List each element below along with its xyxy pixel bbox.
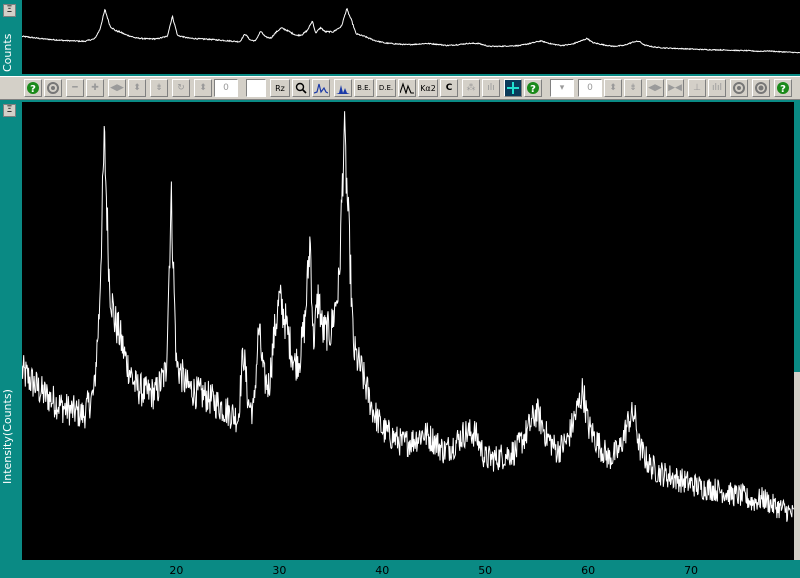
x-tick-label: 70 bbox=[684, 564, 699, 577]
x-tick-label: 30 bbox=[272, 564, 287, 577]
x-tick-label: 20 bbox=[169, 564, 184, 577]
marker-line-icon[interactable]: ⊥ bbox=[688, 79, 706, 97]
expand-horizontal-icon[interactable]: ◀▶ bbox=[108, 79, 126, 97]
minus-icon[interactable]: ━ bbox=[66, 79, 84, 97]
overview-chart bbox=[22, 7, 800, 54]
blank-field[interactable] bbox=[246, 79, 266, 97]
scrollbar-edge[interactable] bbox=[794, 372, 800, 560]
step-value-field-1[interactable]: 0 bbox=[214, 79, 238, 97]
target-icon-2[interactable] bbox=[730, 79, 748, 97]
compress-vertical-icon[interactable]: ⇟ bbox=[150, 79, 168, 97]
refresh-icon[interactable]: ↻ bbox=[172, 79, 190, 97]
plus-icon[interactable]: ✚ bbox=[86, 79, 104, 97]
svg-text:?: ? bbox=[530, 84, 536, 95]
help-icon[interactable]: ? bbox=[24, 79, 42, 97]
overview-collapse-button[interactable]: Ξ bbox=[3, 4, 16, 17]
dropdown-field[interactable]: ▾ bbox=[550, 79, 574, 97]
background-edit-label: B.E. bbox=[357, 84, 371, 92]
ka2-strip-icon[interactable]: Kα2 bbox=[418, 79, 438, 97]
double-peak-icon[interactable] bbox=[398, 79, 416, 97]
step-arrows-icon-2[interactable]: ⬍ bbox=[604, 79, 622, 97]
toolbar: ? ━ ✚ ◀▶ ⬍ ⇟ ↻ ⬍ 0 Rz B.E. D.E. Kα2 C ⁂ … bbox=[0, 76, 800, 100]
zoom-select-label: Rz bbox=[275, 83, 285, 93]
x-axis: 20 30 40 50 60 70 bbox=[22, 560, 800, 578]
step-arrows-icon[interactable]: ⬍ bbox=[194, 79, 212, 97]
zoom-select-icon[interactable]: Rz bbox=[270, 79, 290, 97]
overview-plot[interactable] bbox=[22, 0, 800, 74]
main-collapse-button[interactable]: Ξ bbox=[3, 104, 16, 117]
diffraction-pattern-line-overview bbox=[22, 7, 800, 54]
main-plot[interactable] bbox=[22, 102, 794, 560]
help-icon-2[interactable]: ? bbox=[524, 79, 542, 97]
compress-vertical-icon-2[interactable]: ⇟ bbox=[624, 79, 642, 97]
main-chart bbox=[22, 111, 794, 522]
x-tick-label: 60 bbox=[581, 564, 596, 577]
main-y-axis-label: Intensity(Counts) bbox=[1, 389, 14, 484]
expand-vertical-icon[interactable]: ⬍ bbox=[128, 79, 146, 97]
overview-y-axis-label: Counts bbox=[1, 33, 14, 72]
svg-text:?: ? bbox=[780, 84, 786, 95]
peak-markers-icon[interactable]: ⁂ bbox=[462, 79, 480, 97]
x-tick-label: 50 bbox=[478, 564, 493, 577]
main-axis-strip: Ξ Intensity(Counts) bbox=[0, 102, 22, 560]
bar-chart-icon[interactable]: ılıl bbox=[708, 79, 726, 97]
calibrate-icon[interactable]: C bbox=[440, 79, 458, 97]
grid-icon[interactable] bbox=[504, 79, 522, 97]
magnifier-icon[interactable] bbox=[292, 79, 310, 97]
shrink-horizontal-icon[interactable]: ▶◀ bbox=[666, 79, 684, 97]
target-icon-3[interactable] bbox=[752, 79, 770, 97]
peak-search-icon[interactable] bbox=[312, 79, 330, 97]
overview-axis-strip: Ξ Counts bbox=[0, 0, 22, 74]
expand-horizontal-icon-2[interactable]: ◀▶ bbox=[646, 79, 664, 97]
calibrate-label: C bbox=[445, 83, 453, 93]
help-icon-3[interactable]: ? bbox=[774, 79, 792, 97]
svg-text:?: ? bbox=[30, 84, 36, 95]
ka2-strip-label: Kα2 bbox=[420, 83, 436, 93]
derivative-edit-label: D.E. bbox=[378, 84, 394, 92]
target-icon[interactable] bbox=[44, 79, 62, 97]
peak-bars-icon[interactable]: ılı bbox=[482, 79, 500, 97]
derivative-edit-icon[interactable]: D.E. bbox=[376, 79, 396, 97]
background-edit-icon[interactable]: B.E. bbox=[354, 79, 374, 97]
step-value-field-2[interactable]: 0 bbox=[578, 79, 602, 97]
x-tick-label: 40 bbox=[375, 564, 390, 577]
profile-fit-icon[interactable] bbox=[334, 79, 352, 97]
diffraction-pattern-line bbox=[22, 111, 794, 522]
